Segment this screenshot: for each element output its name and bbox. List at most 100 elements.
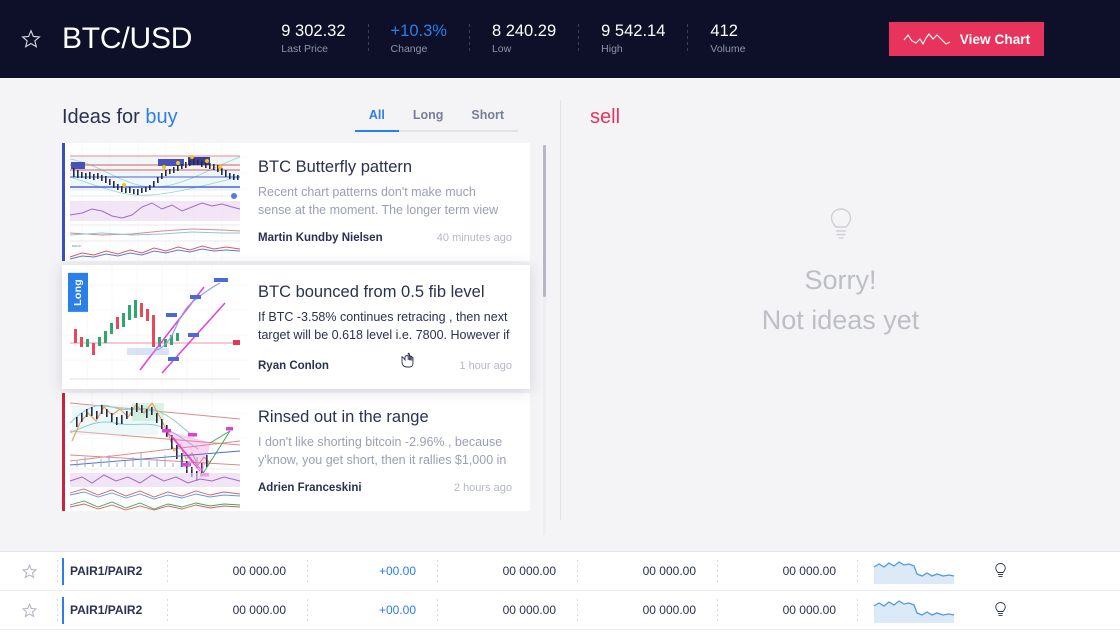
idea-timestamp: 40 minutes ago (436, 232, 512, 244)
idea-thumbnail: Long (62, 265, 247, 389)
lightbulb-icon (994, 562, 1006, 577)
star-outline-icon (21, 563, 37, 578)
quote-value: 412 (710, 22, 738, 40)
row-ideas-button[interactable] (970, 591, 1030, 629)
star-outline-icon[interactable] (18, 26, 44, 52)
table-row[interactable]: PAIR1/PAIR2 00 000.00 +00.00 00 000.00 0… (0, 552, 1120, 591)
quote-value: 8 240.29 (491, 22, 557, 40)
quote-volume: 412 Volume (710, 21, 745, 57)
quote-last-price: 9 302.32 Last Price (281, 21, 345, 57)
line-chart-icon (903, 33, 950, 46)
top-header: BTC/USD 9 302.32 Last Price +10.3% Chang… (0, 0, 1120, 78)
row-pair[interactable]: PAIR1/PAIR2 (58, 591, 168, 629)
row-sparkline (858, 552, 970, 590)
quote-divider (687, 24, 689, 54)
quote-strip: 9 302.32 Last Price +10.3% Change 8 240.… (281, 21, 745, 57)
row-pair[interactable]: PAIR1/PAIR2 (58, 552, 168, 590)
idea-thumbnail: MACD (62, 143, 247, 261)
row-last-price: 00 000.00 (168, 591, 308, 629)
lightbulb-icon (830, 208, 851, 239)
quote-value: 9 302.32 (281, 22, 346, 40)
row-sparkline (858, 591, 970, 629)
row-value-5: 00 000.00 (718, 591, 858, 629)
quote-low: 8 240.29 Low (492, 21, 556, 57)
idea-card-body: Rinsed out in the range I don't like sho… (247, 393, 530, 511)
mouse-cursor-icon (401, 352, 414, 368)
quote-change: +10.3% Change (391, 21, 447, 57)
empty-state: Sorry! Not ideas yet (561, 206, 1120, 340)
page-title-prefix: Ideas for (62, 106, 146, 128)
idea-title: Rinsed out in the range (258, 408, 429, 426)
row-ideas-button[interactable] (970, 552, 1030, 590)
quote-value: +10.3% (390, 22, 447, 40)
quote-value: 9 542.14 (601, 22, 666, 40)
idea-timestamp: 2 hours ago (453, 482, 512, 494)
idea-meta: Martin Kundby Nielsen 40 minutes ago (258, 232, 512, 244)
buy-ideas-panel: Ideas for buy All Long Short MACD BTC Bu… (0, 78, 560, 610)
view-chart-label: View Chart (959, 31, 1031, 47)
tab-long[interactable]: Long (398, 108, 458, 132)
idea-list-scrollbar[interactable] (543, 145, 546, 535)
main-content: Ideas for buy All Long Short MACD BTC Bu… (0, 78, 1120, 610)
sell-ideas-panel: sell Sorry! Not ideas yet (561, 78, 1120, 551)
idea-thumbnail (62, 393, 247, 511)
idea-title: BTC Butterfly pattern (258, 158, 413, 176)
idea-meta: Adrien Franceskini 2 hours ago (258, 482, 512, 494)
row-value-3: 00 000.00 (438, 591, 578, 629)
row-favorite-toggle[interactable] (0, 552, 58, 590)
quote-divider (578, 24, 580, 54)
row-value-5: 00 000.00 (718, 552, 858, 590)
quote-high: 9 542.14 High (601, 21, 665, 57)
sparkline-icon (873, 561, 955, 584)
star-outline-icon (21, 602, 37, 617)
idea-meta: Ryan Conlon 1 hour ago (258, 360, 512, 372)
tab-all[interactable]: All (354, 108, 399, 132)
row-favorite-toggle[interactable] (0, 591, 58, 629)
page-title: Ideas for buy (62, 106, 178, 129)
lightbulb-icon (994, 601, 1006, 616)
idea-filter-tabs: All Long Short (354, 108, 518, 132)
sparkline-icon (873, 600, 955, 623)
buy-panel-header: Ideas for buy All Long Short (62, 106, 518, 132)
page-title-accent: buy (145, 106, 178, 128)
idea-description: I don't like shorting bitcoin -2.96% , b… (258, 435, 507, 467)
empty-state-line2: Not ideas yet (761, 305, 920, 335)
quote-label: Volume (710, 43, 746, 55)
row-last-price: 00 000.00 (168, 552, 308, 590)
tab-short[interactable]: Short (457, 108, 518, 132)
row-value-3: 00 000.00 (438, 552, 578, 590)
quote-label: High (601, 43, 623, 55)
chart-thumbnail-1: MACD (62, 143, 247, 261)
idea-author: Adrien Franceskini (258, 482, 362, 494)
row-value-4: 00 000.00 (578, 591, 718, 629)
watchlist-table: PAIR1/PAIR2 00 000.00 +00.00 00 000.00 0… (0, 551, 1120, 638)
sell-panel-title: sell (590, 106, 621, 128)
chart-thumbnail-2 (62, 265, 247, 389)
idea-card-body: BTC Butterfly pattern Recent chart patte… (247, 143, 530, 261)
idea-description: If BTC -3.58% continues retracing , then… (258, 310, 510, 342)
card-edge-accent (62, 143, 65, 261)
row-change: +00.00 (308, 552, 438, 590)
svg-text:MACD: MACD (72, 244, 82, 248)
view-chart-button[interactable]: View Chart (889, 22, 1044, 56)
chart-thumbnail-3 (62, 393, 247, 511)
symbol-title: BTC/USD (62, 22, 193, 55)
quote-divider (468, 24, 470, 54)
idea-card[interactable]: Rinsed out in the range I don't like sho… (62, 393, 530, 511)
idea-card-body: BTC bounced from 0.5 fib level If BTC -3… (247, 265, 530, 389)
quote-label: Low (491, 43, 512, 55)
table-row[interactable]: PAIR1/PAIR2 00 000.00 +00.00 00 000.00 0… (0, 591, 1120, 630)
empty-state-line1: Sorry! (804, 265, 877, 295)
idea-timestamp: 1 hour ago (459, 360, 512, 372)
idea-card[interactable]: Long BTC bounced from 0.5 fib level If B… (62, 265, 530, 389)
idea-card-list: MACD BTC Butterfly pattern Recent chart … (62, 143, 530, 518)
idea-direction-badge: Long (68, 273, 88, 312)
idea-description: Recent chart patterns don't make much se… (258, 185, 499, 217)
idea-title: BTC bounced from 0.5 fib level (258, 283, 485, 301)
scrollbar-thumb[interactable] (543, 145, 546, 297)
row-value-4: 00 000.00 (578, 552, 718, 590)
row-change: +00.00 (308, 591, 438, 629)
quote-label: Change (390, 43, 428, 55)
idea-card[interactable]: MACD BTC Butterfly pattern Recent chart … (62, 143, 530, 261)
card-edge-accent (62, 393, 65, 511)
